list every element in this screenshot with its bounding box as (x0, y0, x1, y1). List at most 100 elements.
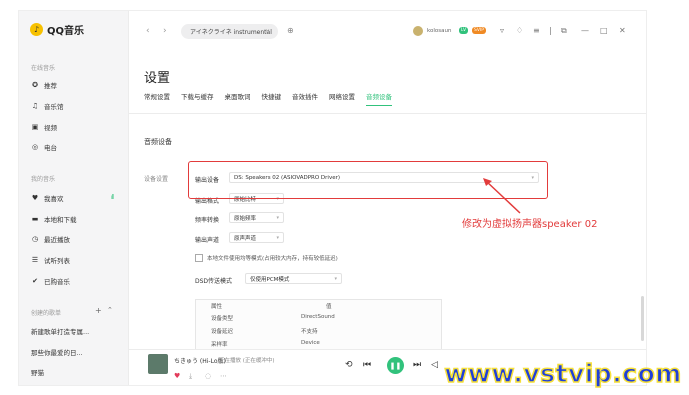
album-cover[interactable] (148, 354, 168, 374)
next-track-icon[interactable]: ⏭ (413, 360, 421, 370)
frequency-conversion-label: 频率转换 (195, 217, 220, 224)
comment-icon[interactable]: ◌ (205, 372, 211, 380)
page-title: 设置 (144, 71, 171, 86)
dsd-mode-value: 仅使用PCM模式 (250, 276, 290, 283)
forward-arrow-icon[interactable]: › (163, 26, 167, 36)
settings-menu-icon[interactable]: ≡ (533, 26, 540, 35)
maximize-icon[interactable]: □ (600, 26, 608, 35)
tab-network[interactable]: 网络设置 (329, 91, 355, 106)
download-icon[interactable]: ⤓ (189, 372, 192, 381)
table-row-key: 设备类型 (211, 316, 234, 322)
tab-audio-device[interactable]: 音频设备 (366, 91, 392, 106)
pause-button[interactable]: ❚❚ (387, 357, 404, 374)
tab-download-cache[interactable]: 下载与缓存 (181, 91, 214, 106)
sidebar-item-radio[interactable]: ◎ 电台 (31, 142, 57, 152)
device-settings-label: 设备设置 (144, 176, 169, 183)
sidebar-item-recent[interactable]: ◷ 最近播放 (31, 234, 70, 244)
output-channel-select[interactable]: 原声声道 ▾ (229, 232, 284, 243)
sidebar-item-label: 已购音乐 (44, 278, 70, 286)
annotation-arrow (483, 178, 521, 214)
note-icon: ♫ (31, 102, 39, 110)
more-icon[interactable]: ⋯ (220, 372, 227, 380)
playlist-item[interactable]: 野猫 (31, 367, 44, 377)
table-row-key: 设备延迟 (211, 329, 234, 335)
output-channel-label: 输出声道 (195, 237, 220, 244)
search-input-value: アイネクライネ instrumental (190, 29, 272, 36)
dsd-mode-select[interactable]: 仅使用PCM模式 ▾ (245, 273, 342, 284)
disc-icon: ✪ (32, 81, 38, 89)
monitor-icon: ▬ (31, 215, 39, 223)
level-badge: LV (459, 27, 469, 34)
like-heart-icon[interactable]: ♥ (174, 372, 180, 380)
chevron-up-icon[interactable]: ⌃ (107, 306, 113, 314)
qq-music-logo-icon: ♪ (30, 23, 43, 36)
playlist-item[interactable]: 新建歌单打造专属... (31, 326, 89, 336)
annotation-text: 修改为虚拟扬声器speaker 02 (462, 219, 598, 230)
sidebar-item-video[interactable]: ▣ 视频 (31, 122, 57, 132)
table-row-value: 不支持 (301, 329, 318, 335)
sidebar-item-local[interactable]: ▬ 本地和下载 (31, 214, 77, 224)
my-music-section-title: 我的音乐 (31, 176, 56, 183)
sidebar-item-label: 本地和下载 (44, 216, 77, 224)
settings-tabs: 常规设置 下载与缓存 桌面歌词 快捷键 音效插件 网络设置 音频设备 (144, 91, 403, 106)
table-header-value: 值 (326, 304, 332, 310)
sidebar-item-label: 试听列表 (44, 257, 70, 265)
chevron-down-icon[interactable]: ▿ (500, 26, 504, 35)
skin-icon[interactable]: ♢ (516, 26, 523, 35)
tab-shortcuts[interactable]: 快捷键 (262, 91, 282, 106)
chevron-down-icon: ▾ (334, 275, 337, 282)
sidebar-item-trial-list[interactable]: ☰ 试听列表 (31, 255, 70, 265)
exclusive-mode-checkbox[interactable] (195, 254, 203, 262)
online-music-section-title: 在线音乐 (31, 65, 56, 72)
settings-scrollbar[interactable] (641, 296, 644, 341)
tab-general[interactable]: 常规设置 (144, 91, 170, 106)
video-icon: ▣ (31, 123, 39, 131)
watermark-text: www.vstvip.com (443, 358, 682, 389)
mini-mode-icon[interactable]: ⧉ (561, 26, 567, 36)
sidebar-item-purchased[interactable]: ✔ 已购音乐 (31, 276, 70, 286)
playlist-item-label: 那些你最爱的日... (31, 349, 83, 357)
table-header-property: 属性 (211, 304, 223, 310)
sidebar-item-label: 我喜欢 (44, 195, 64, 203)
pause-icon: ❚❚ (389, 361, 402, 370)
loop-mode-icon[interactable]: ⟲ (345, 360, 353, 370)
sidebar-item-label: 推荐 (44, 82, 57, 90)
search-input[interactable]: アイネクライネ instrumental ✕ (181, 24, 278, 39)
created-playlists-section-title: 创建的歌单 (31, 310, 62, 317)
sidebar: ♪ QQ音乐 在线音乐 ✪ 推荐 ♫ 音乐馆 ▣ 视频 ◎ 电台 我的音乐 ♥ … (19, 11, 129, 385)
voice-search-icon[interactable]: ⊕ (287, 26, 294, 35)
sidebar-item-recommend[interactable]: ✪ 推荐 (31, 80, 57, 90)
svip-badge: SVIP (472, 27, 486, 34)
exclusive-mode-checkbox-row[interactable]: 本地文件使用均等模式(占用较大内存，持有较低延迟) (195, 254, 338, 262)
playlist-item-label: 野猫 (31, 369, 44, 377)
table-row-value: Device (301, 340, 320, 346)
section-heading: 音频设备 (144, 138, 172, 146)
sidebar-item-label: 最近播放 (44, 236, 70, 244)
username[interactable]: kolosaun (427, 28, 451, 34)
frequency-conversion-select[interactable]: 原始频率 ▾ (229, 212, 284, 223)
playlist-item[interactable]: 那些你最爱的日... (31, 347, 83, 357)
minimize-icon[interactable]: — (581, 26, 589, 35)
top-bar: ‹ › アイネクライネ instrumental ✕ ⊕ kolosaun LV… (129, 11, 646, 53)
add-playlist-icon[interactable]: + (95, 306, 102, 315)
sidebar-item-liked[interactable]: ♥ 我喜欢 (31, 193, 64, 203)
previous-track-icon[interactable]: ⏮ (363, 360, 371, 370)
window-separator-icon: | (549, 26, 552, 35)
tab-sound-plugins[interactable]: 音效插件 (292, 91, 318, 106)
player-status: 正在播放 (正在缓冲中) (219, 358, 275, 364)
sidebar-item-label: 视频 (44, 124, 57, 132)
equalizer-bars-icon: ıll (111, 194, 114, 201)
close-icon[interactable]: ✕ (619, 26, 626, 35)
clear-search-icon[interactable]: ✕ (265, 28, 270, 35)
website-watermark: www.vstvip.com (437, 351, 689, 395)
radio-icon: ◎ (31, 143, 39, 151)
tab-desktop-lyrics[interactable]: 桌面歌词 (225, 91, 251, 106)
back-arrow-icon[interactable]: ‹ (146, 26, 150, 36)
sidebar-item-label: 电台 (44, 144, 57, 152)
sidebar-item-music-hall[interactable]: ♫ 音乐馆 (31, 101, 64, 111)
playlist-item-label: 新建歌单打造专属... (31, 328, 90, 336)
app-logo-text: QQ音乐 (47, 26, 85, 37)
avatar[interactable] (413, 26, 423, 36)
app-logo[interactable]: ♪ QQ音乐 (30, 22, 84, 37)
output-channel-value: 原声声道 (234, 235, 257, 242)
